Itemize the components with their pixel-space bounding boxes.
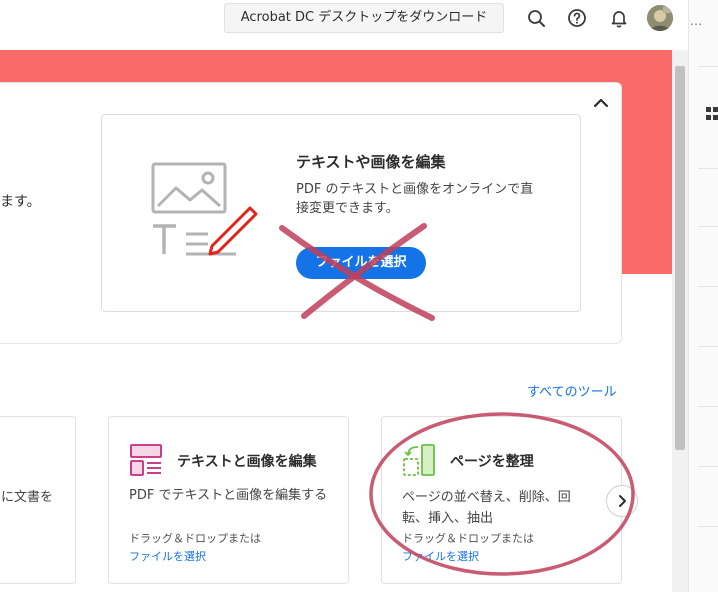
tool-title: テキストと画像を編集 <box>177 454 317 470</box>
divider <box>698 526 718 527</box>
help-icon[interactable] <box>565 6 589 30</box>
tool-description: PDF でテキストと画像を編集する <box>129 488 328 503</box>
bell-icon[interactable] <box>607 6 631 30</box>
divider <box>698 346 718 347</box>
tool-select-file-link[interactable]: ファイルを選択 <box>129 548 206 564</box>
tool-drag-hint: ドラッグ＆ドロップまたは <box>129 532 261 545</box>
scrollbar-thumb[interactable] <box>675 66 685 450</box>
divider <box>698 66 718 67</box>
side-panel <box>688 0 718 592</box>
tool-card-organize[interactable]: ページを整理 ページの並べ替え、削除、回転、挿入、抽出 ドラッグ＆ドロップまたは… <box>381 416 622 584</box>
feature-description: PDF のテキストと画像をオンラインで直接変更できます。 <box>296 182 534 216</box>
tool-card-edit[interactable]: テキストと画像を編集 PDF でテキストと画像を編集する ドラッグ＆ドロップまた… <box>108 416 349 584</box>
edit-text-image-illustration-icon <box>150 160 260 260</box>
select-file-button[interactable]: ファイルを選択 <box>296 247 426 279</box>
feature-title: テキストや画像を編集 <box>296 153 446 171</box>
tool-card-partial-desc: に文書を <box>1 490 54 505</box>
all-tools-link[interactable]: すべてのツール <box>527 381 617 400</box>
edit-text-image-icon <box>129 443 163 477</box>
next-tools-button[interactable] <box>606 485 638 517</box>
tool-drag-hint: ドラッグ＆ドロップまたは <box>402 532 534 545</box>
apps-grid-icon[interactable] <box>706 106 718 120</box>
tool-card-partial[interactable]: に文書を <box>0 416 76 584</box>
divider <box>698 406 718 407</box>
chevron-up-icon[interactable] <box>591 94 611 112</box>
divider <box>698 286 718 287</box>
tool-title: ページを整理 <box>450 454 534 470</box>
download-desktop-button[interactable]: Acrobat DC デスクトップをダウンロード <box>224 3 504 33</box>
more-options-icon[interactable]: … <box>690 14 703 28</box>
chevron-right-icon <box>619 495 626 507</box>
hero-partial-text: ます。 <box>0 194 41 210</box>
divider <box>698 168 718 169</box>
search-icon[interactable] <box>524 6 548 30</box>
tool-description: ページの並べ替え、削除、回転、挿入、抽出 <box>402 490 571 526</box>
tool-select-file-link[interactable]: ファイルを選択 <box>402 548 479 564</box>
divider <box>698 226 718 227</box>
divider <box>698 466 718 467</box>
avatar[interactable] <box>647 5 673 31</box>
organize-pages-icon <box>402 443 436 477</box>
top-header: Acrobat DC デスクトップをダウンロード <box>0 0 688 50</box>
